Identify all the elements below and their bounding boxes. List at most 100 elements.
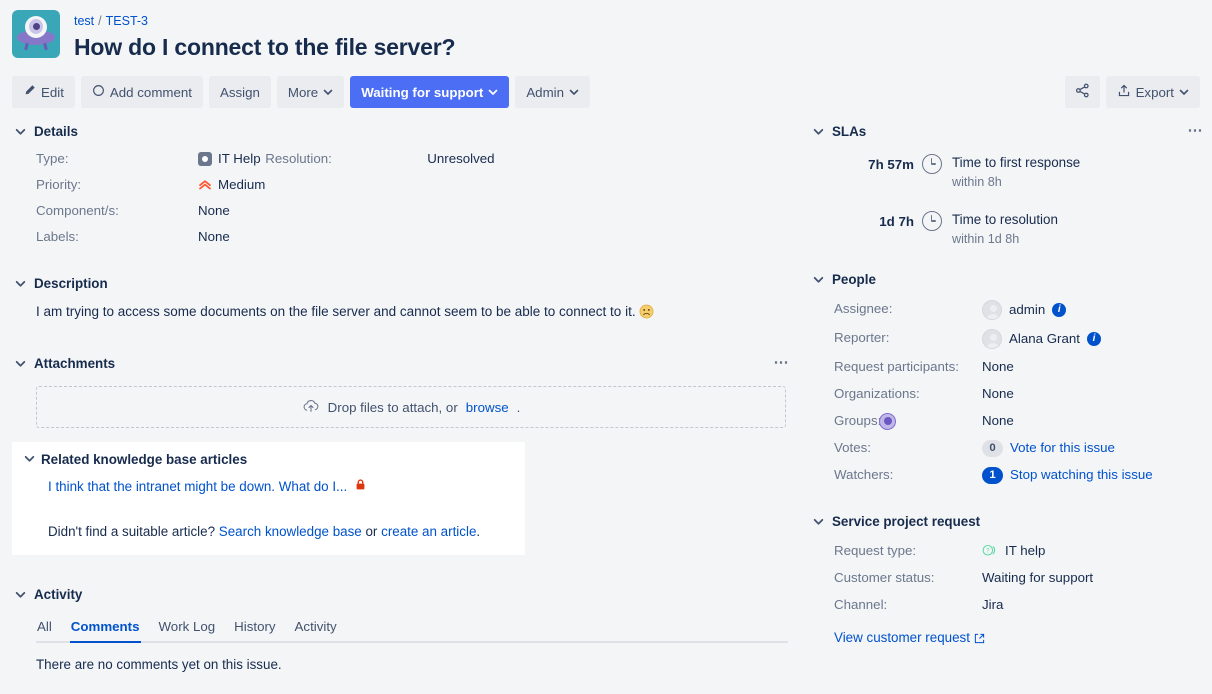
- browse-link[interactable]: browse: [466, 400, 509, 415]
- admin-dropdown-button[interactable]: Admin: [515, 76, 590, 108]
- activity-section-title: Activity: [34, 587, 82, 602]
- sla-time-value: 1d 7h: [879, 214, 914, 229]
- field-label-watchers: Watchers:: [834, 466, 982, 484]
- chevron-down-icon[interactable]: [12, 275, 28, 291]
- jira-issue-page: test/TEST-3 How do I connect to the file…: [0, 0, 1212, 694]
- chevron-down-icon[interactable]: [810, 123, 826, 139]
- issue-content: Details Type: IT Help Priority:: [0, 120, 1212, 674]
- chevron-down-icon[interactable]: [810, 271, 826, 287]
- search-knowledge-base-link[interactable]: Search knowledge base: [219, 524, 362, 539]
- slas-section: SLAs ⋯ 7h 57m Time to first response wit…: [810, 120, 1212, 248]
- vote-for-issue-link[interactable]: Vote for this issue: [1010, 439, 1115, 457]
- chevron-down-icon[interactable]: [12, 586, 28, 602]
- request-type-text: IT help: [1005, 542, 1045, 560]
- field-value-votes: 0 Vote for this issue: [982, 439, 1212, 457]
- attachments-section-title: Attachments: [34, 356, 115, 371]
- details-section-title: Details: [34, 124, 78, 139]
- chevron-down-icon[interactable]: [24, 452, 35, 467]
- field-label-reporter: Reporter:: [834, 329, 982, 347]
- share-icon: [1075, 83, 1090, 101]
- field-value-reporter: Alana Grant i: [982, 329, 1212, 349]
- export-button-label: Export: [1136, 85, 1174, 100]
- assign-button[interactable]: Assign: [209, 76, 271, 108]
- field-label-resolution: Resolution:: [265, 150, 427, 168]
- details-grid: Type: IT Help Priority:: [12, 150, 798, 246]
- attachment-dropzone[interactable]: Drop files to attach, or browse.: [36, 386, 786, 428]
- sla-list: 7h 57m Time to first response within 8h …: [810, 154, 1212, 248]
- reporter-name[interactable]: Alana Grant: [1009, 330, 1080, 348]
- status-dropdown-button[interactable]: Waiting for support: [350, 76, 509, 108]
- clock-icon: [922, 211, 942, 231]
- right-column: SLAs ⋯ 7h 57m Time to first response wit…: [810, 120, 1212, 674]
- field-value-priority-text: Medium: [218, 176, 265, 194]
- field-value-type-text: IT Help: [218, 150, 261, 168]
- service-project-request-section: Service project request Request type: ? …: [810, 510, 1212, 646]
- more-button[interactable]: More: [277, 76, 344, 108]
- edit-button[interactable]: Edit: [12, 76, 75, 108]
- sla-goal: within 8h: [952, 173, 1080, 191]
- info-icon[interactable]: i: [1087, 332, 1101, 346]
- slas-more-options-icon[interactable]: ⋯: [1188, 126, 1212, 136]
- description-body[interactable]: I am trying to access some documents on …: [12, 301, 798, 322]
- info-icon[interactable]: i: [1052, 303, 1066, 317]
- ufo-project-avatar-icon: [12, 10, 60, 58]
- create-article-link[interactable]: create an article: [381, 524, 476, 539]
- description-section: Description I am trying to access some d…: [12, 272, 798, 322]
- breadcrumb-project-link[interactable]: test: [74, 14, 94, 28]
- tab-all[interactable]: All: [36, 619, 53, 641]
- stop-watching-link[interactable]: Stop watching this issue: [1010, 466, 1153, 484]
- sla-name: Time to resolution: [952, 211, 1058, 229]
- votes-count-badge: 0: [982, 440, 1003, 457]
- field-value-type: IT Help: [198, 150, 265, 168]
- details-left-col: Type: IT Help Priority:: [36, 150, 265, 246]
- priority-medium-icon: [198, 178, 212, 192]
- field-label-votes: Votes:: [834, 439, 982, 457]
- field-label-organizations: Organizations:: [834, 385, 982, 403]
- sla-text-block: Time to first response within 8h: [952, 154, 1080, 191]
- field-label-labels: Labels:: [36, 228, 198, 246]
- breadcrumb: test / TEST-3: [74, 12, 455, 30]
- chevron-down-icon[interactable]: [810, 513, 826, 529]
- field-label-channel: Channel:: [834, 596, 982, 614]
- kb-article-link[interactable]: I think that the intranet might be down.…: [48, 479, 347, 494]
- clock-icon: [922, 154, 942, 174]
- field-value-components: None: [198, 202, 265, 220]
- field-value-labels: None: [198, 228, 265, 246]
- sla-row: 1d 7h Time to resolution within 1d 8h: [834, 211, 1212, 248]
- tab-comments[interactable]: Comments: [70, 619, 141, 641]
- pencil-icon: [23, 84, 36, 100]
- field-label-components: Component/s:: [36, 202, 198, 220]
- issue-toolbar: Edit Add comment Assign More Waiting for…: [0, 76, 1212, 108]
- chevron-down-icon: [569, 85, 579, 100]
- details-section: Details Type: IT Help Priority:: [12, 120, 798, 246]
- export-button[interactable]: Export: [1106, 76, 1200, 108]
- breadcrumb-separator: /: [98, 14, 101, 28]
- assignee-name[interactable]: admin: [1009, 301, 1045, 319]
- restricted-lock-icon: [354, 478, 367, 494]
- share-button[interactable]: [1065, 76, 1100, 108]
- view-customer-request-link[interactable]: View customer request: [834, 630, 970, 645]
- chevron-down-icon[interactable]: [12, 355, 28, 371]
- service-request-section-title: Service project request: [832, 514, 980, 529]
- related-kb-panel: Related knowledge base articles I think …: [12, 442, 525, 555]
- field-label-request-participants: Request participants:: [834, 358, 982, 376]
- description-section-title: Description: [34, 276, 108, 291]
- attachments-section: Attachments ⋯ Drop files to attach, or b…: [12, 352, 798, 428]
- breadcrumb-issue-link[interactable]: TEST-3: [106, 14, 148, 28]
- add-comment-button[interactable]: Add comment: [81, 76, 203, 108]
- assign-button-label: Assign: [220, 85, 260, 100]
- service-request-section-header: Service project request: [810, 510, 1212, 532]
- export-icon: [1117, 84, 1131, 101]
- people-fields: Assignee: admin i Reporter: Alana Grant …: [810, 300, 1212, 484]
- upload-cloud-icon: [302, 398, 320, 417]
- attachments-more-options-icon[interactable]: ⋯: [774, 358, 799, 368]
- tab-work-log[interactable]: Work Log: [158, 619, 217, 641]
- chevron-down-icon[interactable]: [12, 123, 28, 139]
- tab-activity[interactable]: Activity: [294, 619, 338, 641]
- field-label-request-type: Request type:: [834, 542, 982, 560]
- svg-text:?: ?: [986, 549, 990, 555]
- field-value-request-participants: None: [982, 358, 1212, 376]
- field-value-request-type: ? IT help: [982, 542, 1212, 560]
- frowning-face-emoji-icon: [639, 303, 654, 319]
- tab-history[interactable]: History: [233, 619, 276, 641]
